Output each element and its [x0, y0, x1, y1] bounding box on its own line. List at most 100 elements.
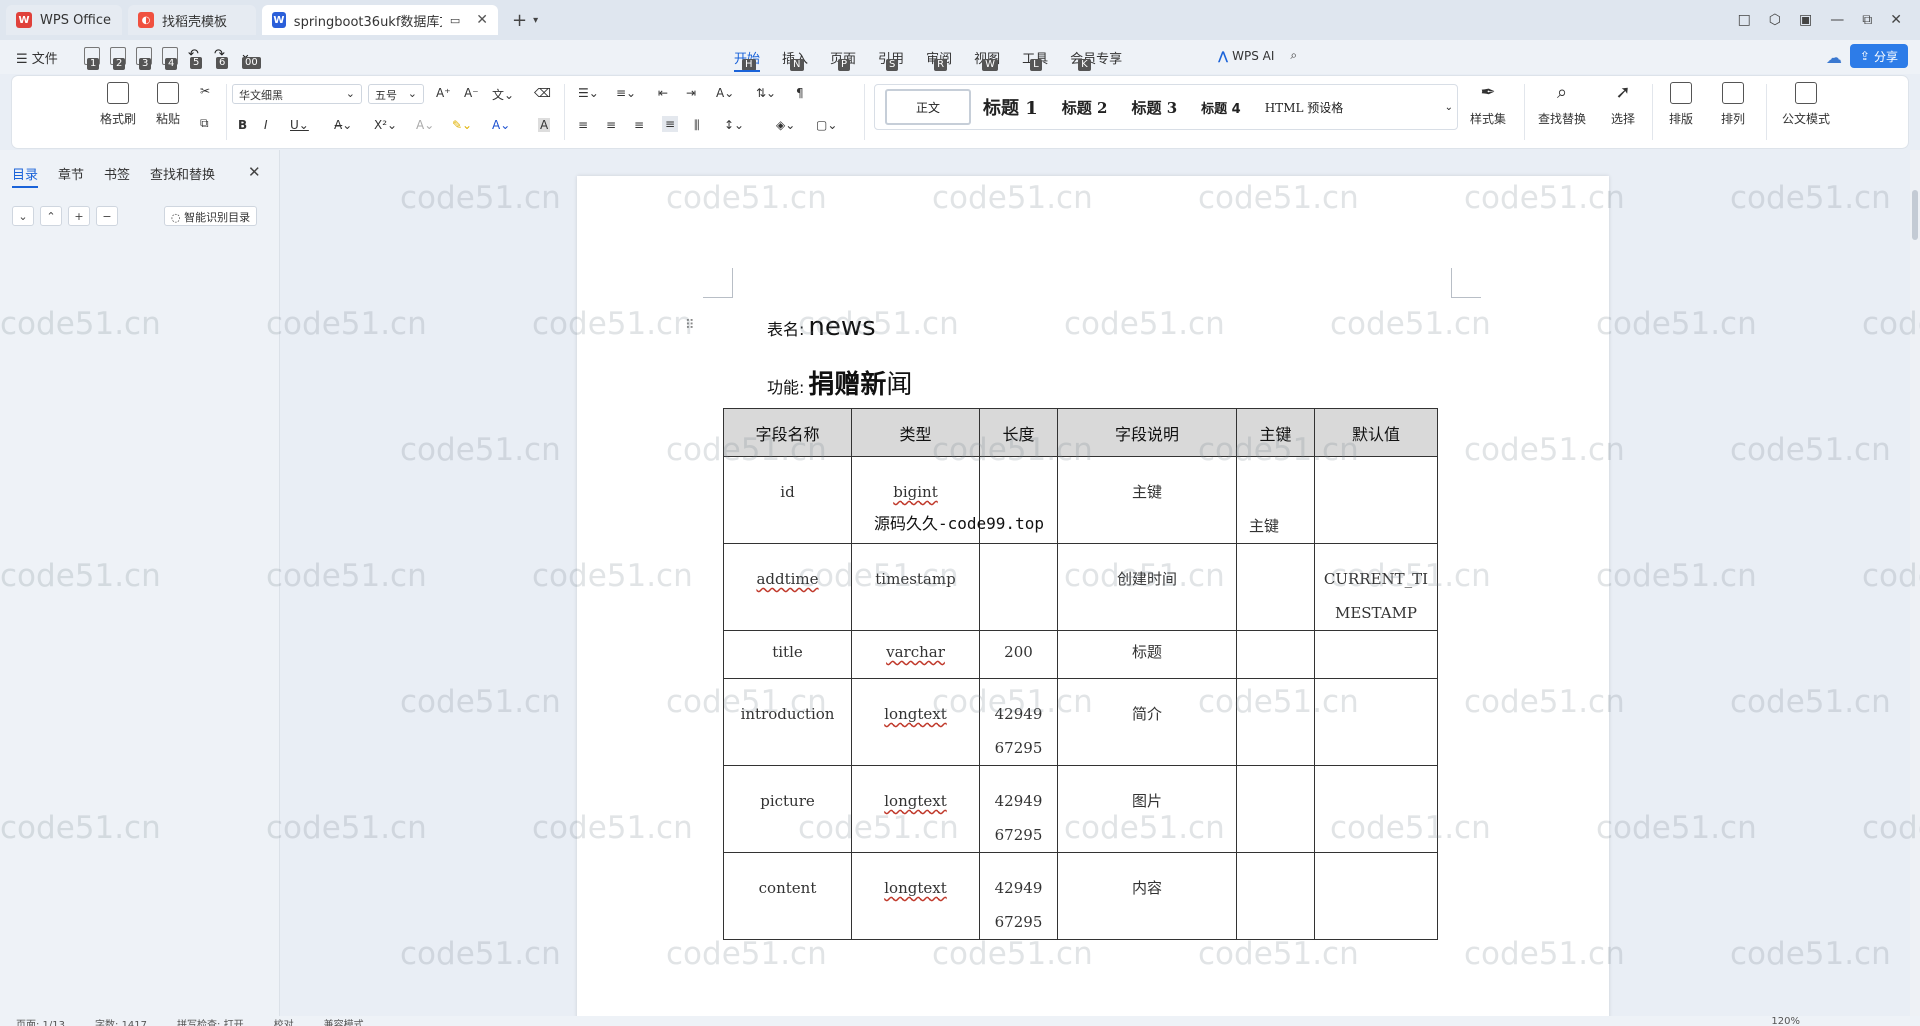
- tab-references[interactable]: 引用S: [878, 48, 904, 71]
- remove-icon[interactable]: −: [96, 206, 118, 226]
- official-mode-button[interactable]: 公文模式: [1774, 82, 1838, 127]
- numbered-list-icon[interactable]: ≡⌄: [616, 86, 636, 100]
- find-replace-button[interactable]: ⌕ 查找替换: [1530, 82, 1594, 127]
- style-heading-1[interactable]: 标题 1: [971, 94, 1050, 120]
- file-menu[interactable]: ☰ 文件: [16, 48, 58, 67]
- tab-template[interactable]: ◐ 找稻壳模板: [128, 5, 256, 35]
- arrange-button[interactable]: 排列: [1710, 82, 1756, 127]
- clear-format-icon[interactable]: ⌫: [534, 86, 551, 100]
- distribute-icon[interactable]: ⫼: [694, 118, 700, 133]
- copy-icon[interactable]: ⧉: [200, 116, 209, 131]
- indent-icon[interactable]: ⇥: [686, 86, 696, 100]
- select-button[interactable]: ➚ 选择: [1600, 82, 1646, 127]
- print-icon[interactable]: 4: [162, 47, 178, 70]
- nav-tab-find-replace[interactable]: 查找和替换: [150, 164, 215, 188]
- font-grow-icon[interactable]: A⁺: [436, 86, 451, 100]
- tab-member[interactable]: 会员专享 K: [1070, 48, 1122, 71]
- font-name-select[interactable]: 华文细黑 ⌄: [232, 84, 362, 104]
- page-count: 页面: 1/13: [16, 1020, 66, 1026]
- add-icon[interactable]: +: [68, 206, 90, 226]
- close-icon[interactable]: ✕: [248, 163, 261, 181]
- avatar[interactable]: ▣: [1799, 12, 1812, 28]
- restore-icon[interactable]: ⧉: [1862, 12, 1872, 28]
- font-shrink-icon[interactable]: A⁻: [464, 86, 479, 100]
- cell-description: 标题: [1057, 630, 1237, 679]
- cube-icon[interactable]: ⬡: [1769, 12, 1781, 28]
- search-icon[interactable]: ⌕: [1290, 48, 1297, 63]
- bold-icon[interactable]: B: [238, 118, 247, 132]
- smart-toc-button[interactable]: ◌ 智能识别目录: [164, 206, 258, 226]
- char-shading-icon[interactable]: A: [538, 118, 551, 132]
- tab-page[interactable]: 页面P: [830, 48, 856, 71]
- highlight-icon[interactable]: ✎⌄: [452, 118, 472, 132]
- layout-icon[interactable]: □: [1738, 12, 1751, 28]
- justify-icon[interactable]: ≡: [662, 116, 679, 132]
- paste-button[interactable]: 粘贴: [146, 82, 190, 127]
- tab-tools[interactable]: 工具L: [1022, 48, 1048, 71]
- format-painter-button[interactable]: 格式刷: [96, 82, 140, 127]
- style-heading-2[interactable]: 标题 2: [1050, 97, 1120, 118]
- outdent-icon[interactable]: ⇤: [658, 86, 668, 100]
- underline-icon[interactable]: U⌄: [290, 118, 309, 132]
- document-page[interactable]: ⠿ 表名: news 功能: 捐赠新 闻 字段名称 类型 长度 字段说明 主键 …: [577, 176, 1609, 1026]
- minimize-icon[interactable]: —: [1830, 12, 1844, 28]
- drag-handle-icon[interactable]: ⠿: [685, 318, 695, 333]
- tab-view[interactable]: 视图W: [974, 48, 1000, 71]
- sort-icon[interactable]: ⇅⌄: [756, 86, 776, 100]
- tab-review[interactable]: 审阅R: [926, 48, 952, 71]
- save-icon[interactable]: 3: [136, 47, 152, 70]
- show-marks-icon[interactable]: ¶: [796, 86, 804, 100]
- new-doc-icon[interactable]: 1: [84, 47, 100, 70]
- style-heading-4[interactable]: 标题 4: [1189, 98, 1253, 117]
- align-center-icon[interactable]: ≡: [606, 118, 616, 132]
- chevron-down-icon[interactable]: ⌄: [1445, 102, 1453, 113]
- close-icon[interactable]: ✕: [476, 12, 488, 28]
- tab-document[interactable]: W springboot36ukf数据库文档 ▭ ✕: [262, 5, 498, 35]
- add-tab-button[interactable]: +: [512, 10, 527, 31]
- close-window-icon[interactable]: ✕: [1890, 12, 1902, 28]
- cut-icon[interactable]: ✂: [200, 84, 210, 98]
- superscript-icon[interactable]: X²⌄: [374, 118, 397, 132]
- style-html-preset[interactable]: HTML 预设格: [1253, 99, 1356, 116]
- open-icon[interactable]: 2: [110, 47, 126, 70]
- collapse-icon[interactable]: ⌃: [40, 206, 62, 226]
- nav-tab-chapters[interactable]: 章节: [58, 164, 84, 188]
- scroll-thumb[interactable]: [1912, 190, 1918, 240]
- tab-insert[interactable]: 插入N: [782, 48, 808, 71]
- cloud-sync-icon[interactable]: ☁: [1826, 48, 1842, 67]
- style-normal[interactable]: 正文: [885, 89, 971, 125]
- divider: [1524, 84, 1525, 140]
- align-right-icon[interactable]: ≡: [634, 118, 644, 132]
- undo-icon[interactable]: ↶ 5: [188, 47, 204, 69]
- redo-icon[interactable]: ↷ 6: [214, 47, 230, 69]
- shading-icon[interactable]: ◈⌄: [776, 118, 795, 132]
- tab-wps-office[interactable]: W WPS Office: [6, 5, 122, 35]
- spell-check-status[interactable]: 拼写检查: 打开: [177, 1016, 244, 1026]
- wps-ai-button[interactable]: ⋀ WPS AI ⌕: [1218, 48, 1297, 63]
- phonetic-icon[interactable]: 文⌄: [492, 86, 514, 103]
- line-spacing-icon[interactable]: ↕⌄: [724, 118, 744, 132]
- bullet-list-icon[interactable]: ☰⌄: [578, 86, 599, 100]
- strikethrough-icon[interactable]: A̶⌄: [334, 118, 352, 132]
- nav-tab-bookmarks[interactable]: 书签: [104, 164, 130, 188]
- chevron-down-icon[interactable]: ▾: [533, 15, 538, 26]
- style-set-button[interactable]: ✒ 样式集: [1458, 82, 1518, 127]
- italic-icon[interactable]: I: [264, 118, 268, 132]
- text-effect-icon[interactable]: A⌄: [416, 118, 434, 132]
- layout-button[interactable]: 排版: [1658, 82, 1704, 127]
- expand-icon[interactable]: ⌄: [12, 206, 34, 226]
- word-count[interactable]: 字数: 1417: [95, 1016, 147, 1026]
- vertical-scrollbar[interactable]: [1910, 150, 1920, 1016]
- proofread-button[interactable]: 校对: [274, 1016, 294, 1026]
- borders-icon[interactable]: ▢⌄: [816, 118, 837, 132]
- font-size-select[interactable]: 五号 ⌄: [368, 84, 424, 104]
- nav-tab-toc[interactable]: 目录: [12, 164, 39, 188]
- align-left-icon[interactable]: ≡: [578, 118, 588, 132]
- tab-home[interactable]: 开始H: [734, 48, 761, 72]
- share-button[interactable]: ⇪ 分享: [1849, 44, 1908, 68]
- style-heading-3[interactable]: 标题 3: [1119, 97, 1189, 118]
- font-color-icon[interactable]: A⌄: [492, 118, 510, 132]
- text-direction-icon[interactable]: A⌄: [716, 86, 734, 100]
- zoom-level[interactable]: 120%: [1771, 1016, 1800, 1026]
- more-icon[interactable]: ⌄ 00: [240, 47, 261, 69]
